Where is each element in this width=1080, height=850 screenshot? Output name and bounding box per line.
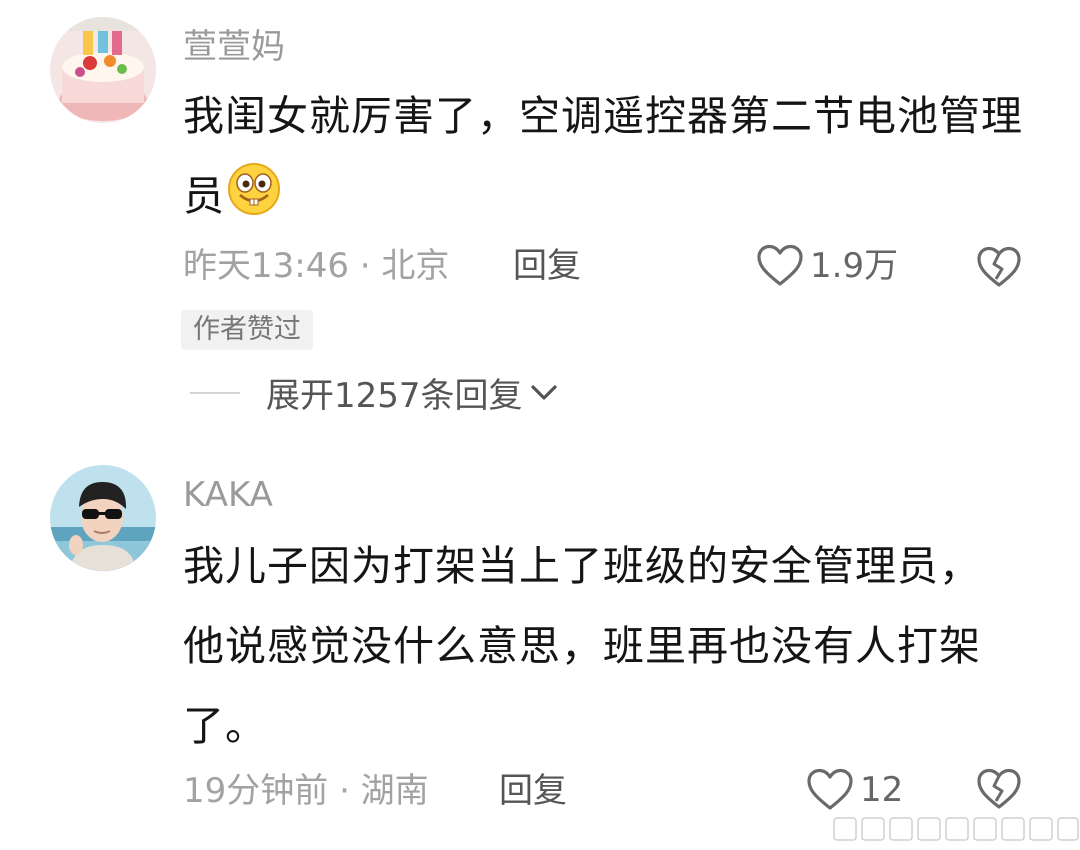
broken-heart-icon — [977, 246, 1021, 287]
like-button[interactable]: 12 — [806, 768, 903, 812]
username[interactable]: KAKA — [183, 478, 273, 512]
reply-button[interactable]: 回复 — [513, 246, 581, 286]
username[interactable]: 萱萱妈 — [183, 30, 285, 64]
expand-replies-label: 展开1257条回复 — [266, 376, 523, 416]
author-liked-badge: 作者赞过 — [181, 310, 313, 350]
dislike-button[interactable] — [976, 768, 1022, 810]
heart-outline-icon — [757, 244, 803, 286]
comment-meta: 昨天13:46 · 北京 — [183, 246, 450, 286]
reply-button[interactable]: 回复 — [499, 771, 567, 811]
comment-text: 我闺女就厉害了，空调遥控器第二节电池管理员 — [183, 76, 1043, 236]
watermark — [830, 808, 1080, 848]
like-count: 12 — [860, 770, 904, 810]
divider-line — [190, 391, 240, 394]
like-count: 1.9万 — [810, 246, 899, 286]
avatar[interactable] — [50, 17, 156, 123]
like-button[interactable]: 1.9万 — [756, 244, 898, 288]
comment-text: 我儿子因为打架当上了班级的安全管理员，他说感觉没什么意思，班里再也没有人打架了。 — [183, 542, 981, 750]
expand-replies-button[interactable]: 展开1257条回复 — [190, 368, 559, 417]
comment-meta: 19分钟前 · 湖南 — [183, 771, 429, 811]
broken-heart-icon — [977, 768, 1021, 809]
heart-outline-icon — [807, 768, 853, 810]
grinning-face-emoji-icon — [227, 162, 281, 216]
chevron-down-icon — [530, 384, 557, 400]
comment-body: 我闺女就厉害了，空调遥控器第二节电池管理员 — [183, 92, 1023, 220]
dislike-button[interactable] — [976, 246, 1022, 288]
avatar[interactable] — [50, 465, 156, 571]
